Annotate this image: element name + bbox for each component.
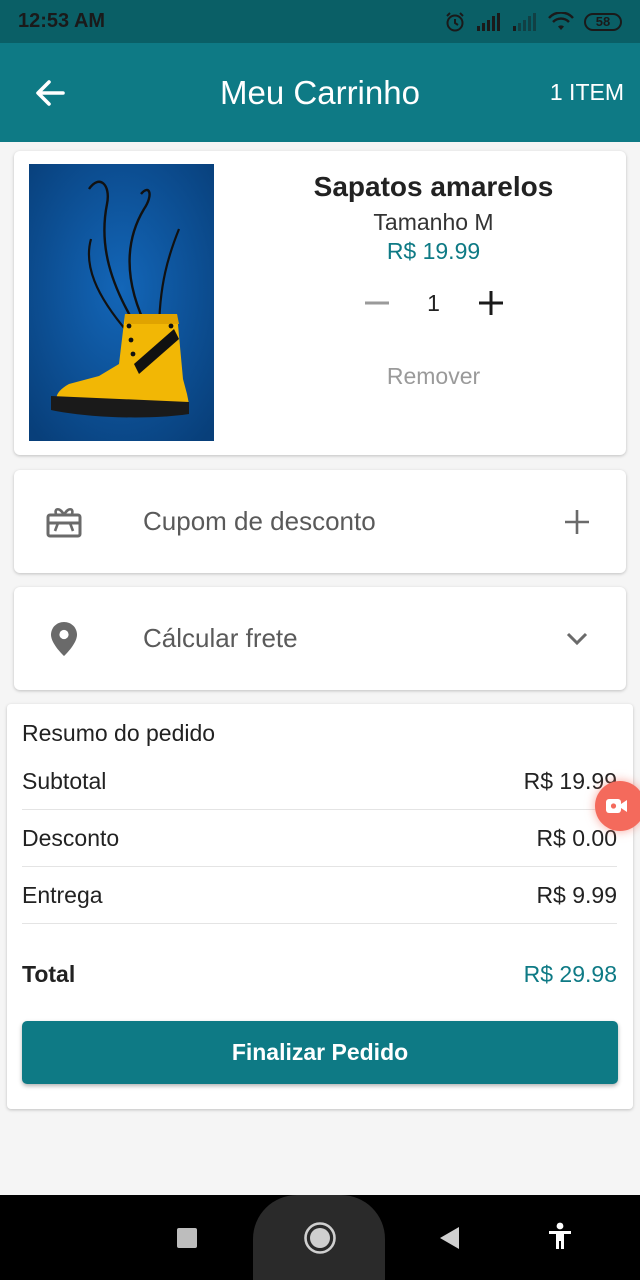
- plus-icon: [565, 509, 589, 534]
- status-bar: 12:53 AM 58: [0, 0, 640, 43]
- recents-button[interactable]: [170, 1221, 204, 1255]
- order-summary-card: Resumo do pedido Subtotal R$ 19.99 Desco…: [7, 704, 633, 1109]
- screen-record-button[interactable]: [595, 781, 640, 831]
- shipping-row[interactable]: Cálcular frete: [14, 587, 626, 690]
- summary-row-subtotal: Subtotal R$ 19.99: [22, 754, 617, 810]
- increase-quantity-button[interactable]: [474, 286, 508, 320]
- decrease-quantity-button[interactable]: [360, 286, 394, 320]
- summary-label: Desconto: [22, 825, 120, 851]
- back-triangle-icon: [440, 1227, 459, 1249]
- cart-item-count: 1 ITEM: [549, 79, 624, 105]
- app-bar: Meu Carrinho 1 ITEM: [0, 43, 640, 142]
- chevron-down-icon: [566, 632, 588, 645]
- total-label: Total: [22, 960, 76, 987]
- recents-square-icon: [177, 1228, 197, 1248]
- summary-value: R$ 0.00: [536, 825, 617, 851]
- coupon-row[interactable]: Cupom de desconto: [14, 470, 626, 573]
- status-icons: 58: [444, 11, 622, 33]
- total-value: R$ 29.98: [523, 960, 617, 987]
- shipping-label: Cálcular frete: [143, 623, 298, 653]
- summary-label: Subtotal: [22, 768, 107, 794]
- back-button[interactable]: [30, 73, 70, 113]
- gift-card-icon: [44, 502, 84, 542]
- location-pin-icon: [44, 619, 84, 659]
- alarm-icon: [444, 11, 466, 33]
- summary-title: Resumo do pedido: [22, 720, 216, 746]
- summary-value: R$ 9.99: [536, 882, 617, 908]
- summary-label: Entrega: [22, 882, 103, 908]
- plus-icon: [478, 291, 503, 315]
- signal-icon: [476, 12, 502, 32]
- arrow-left-icon: [36, 80, 65, 106]
- video-camera-icon: [606, 799, 627, 813]
- product-size: Tamanho M: [373, 209, 494, 235]
- accessibility-button[interactable]: [543, 1219, 577, 1253]
- quantity-stepper: 1: [241, 283, 626, 323]
- summary-row-delivery: Entrega R$ 9.99: [22, 868, 617, 924]
- product-image: [29, 164, 214, 441]
- summary-row-total: Total R$ 29.98: [22, 946, 617, 1002]
- add-coupon-button[interactable]: [560, 505, 594, 539]
- system-nav-bar: [0, 1195, 640, 1280]
- home-button[interactable]: [300, 1218, 340, 1258]
- product-price: R$ 19.99: [386, 238, 481, 264]
- expand-shipping-button[interactable]: [560, 622, 594, 656]
- battery-icon: 58: [584, 12, 622, 31]
- home-circle-icon: [304, 1222, 336, 1254]
- back-nav-button[interactable]: [432, 1221, 466, 1255]
- coupon-label: Cupom de desconto: [143, 506, 376, 536]
- quantity-value: 1: [427, 289, 440, 316]
- accessibility-icon: [549, 1222, 571, 1249]
- signal-weak-icon: [512, 12, 538, 32]
- minus-icon: [364, 301, 389, 305]
- product-info: Sapatos amarelos Tamanho M R$ 19.99 1 Re…: [241, 171, 626, 390]
- wifi-icon: [548, 11, 574, 32]
- product-name: Sapatos amarelos: [313, 171, 554, 202]
- cart-item-card: Sapatos amarelos Tamanho M R$ 19.99 1 Re…: [14, 151, 626, 455]
- summary-row-discount: Desconto R$ 0.00: [22, 811, 617, 867]
- checkout-button[interactable]: Finalizar Pedido: [22, 1021, 618, 1084]
- remove-item-button[interactable]: Remover: [241, 363, 626, 390]
- status-time: 12:53 AM: [18, 10, 106, 32]
- page-title: Meu Carrinho: [220, 74, 420, 111]
